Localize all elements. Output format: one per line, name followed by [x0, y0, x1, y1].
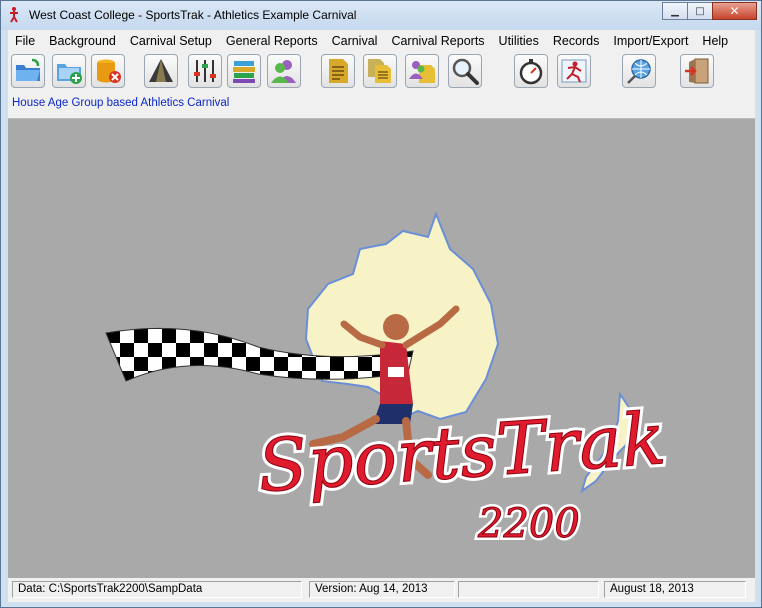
general-reports-button[interactable]	[227, 54, 261, 88]
reports-documents-button[interactable]	[363, 54, 397, 88]
close-icon: ✕	[729, 4, 740, 18]
menu-bar: File Background Carnival Setup General R…	[8, 30, 755, 51]
exit-door-icon	[685, 58, 709, 84]
maximize-button[interactable]: □	[687, 2, 713, 20]
window-title: West Coast College - SportsTrak - Athlet…	[29, 8, 357, 22]
runner-app-icon	[10, 7, 18, 23]
delete-carnival-button[interactable]	[91, 54, 125, 88]
menu-records[interactable]: Records	[546, 34, 607, 48]
minimize-button[interactable]: ▁	[662, 2, 688, 20]
menu-general-reports[interactable]: General Reports	[219, 34, 325, 48]
books-stack-icon	[233, 61, 255, 83]
carnival-reports-button[interactable]	[321, 54, 355, 88]
folder-open-icon	[16, 58, 40, 81]
sportstrak-logo: SportsTrak SportsTrak 2200 2200	[105, 211, 672, 550]
menu-utilities[interactable]: Utilities	[492, 34, 546, 48]
database-delete-icon	[97, 59, 121, 83]
users-document-icon	[409, 61, 435, 83]
menu-carnival-reports[interactable]: Carnival Reports	[384, 34, 491, 48]
search-button[interactable]	[448, 54, 482, 88]
carnival-info-bar: House Age Group based Athletics Carnival	[8, 94, 755, 119]
close-button[interactable]: ✕	[712, 2, 757, 20]
app-window: West Coast College - SportsTrak - Athlet…	[0, 0, 762, 608]
menu-carnival[interactable]: Carnival	[325, 34, 385, 48]
pyramid-icon	[149, 59, 173, 82]
runner-icon	[561, 59, 587, 83]
minimize-icon: ▁	[671, 5, 679, 17]
title-bar[interactable]: West Coast College - SportsTrak - Athlet…	[1, 1, 761, 30]
document-icon	[329, 59, 348, 83]
sliders-icon	[194, 60, 216, 82]
logo-sportstrak-text-red: SportsTrak	[255, 396, 668, 508]
menu-help[interactable]: Help	[695, 34, 735, 48]
status-blank-panel	[458, 581, 599, 598]
documents-icon	[368, 59, 391, 83]
competitor-reports-button[interactable]	[405, 54, 439, 88]
status-bar: Data: C:\SportsTrak2200\SampData Version…	[8, 578, 755, 602]
menu-file[interactable]: File	[8, 34, 42, 48]
menu-background[interactable]: Background	[42, 34, 123, 48]
client-area: File Background Carnival Setup General R…	[8, 30, 755, 602]
stopwatch-icon	[519, 59, 543, 85]
carnival-type-label: House Age Group based Athletics Carnival	[12, 97, 230, 109]
athletics-display-button[interactable]	[557, 54, 591, 88]
folder-add-icon	[57, 64, 82, 84]
maximize-icon: □	[695, 5, 705, 17]
carnival-setup-button[interactable]	[188, 54, 222, 88]
status-data-path: Data: C:\SportsTrak2200\SampData	[12, 581, 302, 598]
users-icon	[271, 60, 296, 83]
open-carnival-button[interactable]	[11, 54, 45, 88]
timing-button[interactable]	[514, 54, 548, 88]
menu-carnival-setup[interactable]: Carnival Setup	[123, 34, 219, 48]
status-date: August 18, 2013	[604, 581, 746, 598]
menu-import-export[interactable]: Import/Export	[606, 34, 695, 48]
globe-icon	[627, 59, 651, 84]
internet-button[interactable]	[622, 54, 656, 88]
exit-button[interactable]	[680, 54, 714, 88]
logo-number-text-red: 2200	[477, 501, 580, 547]
magnifier-icon	[452, 58, 479, 85]
splash-canvas: SportsTrak SportsTrak 2200 2200	[8, 119, 755, 578]
competitors-button[interactable]	[267, 54, 301, 88]
status-version: Version: Aug 14, 2013	[309, 581, 455, 598]
new-carnival-button[interactable]	[52, 54, 86, 88]
toolbar	[8, 51, 755, 94]
background-button[interactable]	[144, 54, 178, 88]
